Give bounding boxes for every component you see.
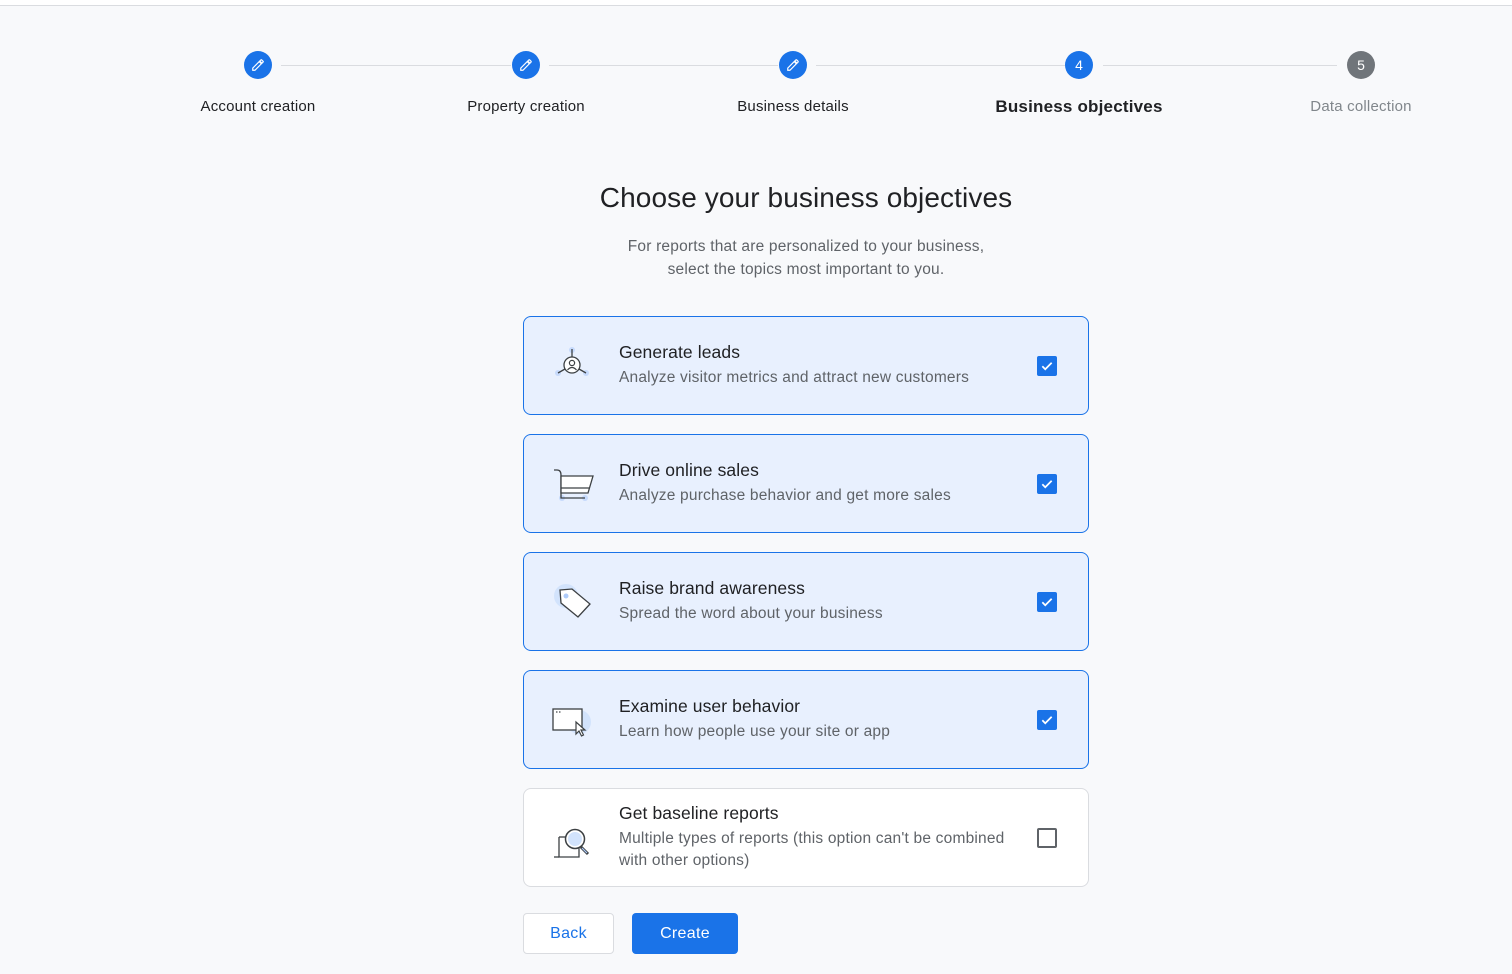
objective-title: Get baseline reports (619, 803, 779, 823)
objective-card-get-baseline-reports[interactable]: Get baseline reports Multiple types of r… (523, 788, 1089, 887)
page-subtitle: For reports that are personalized to you… (0, 235, 1512, 281)
objective-title: Drive online sales (619, 460, 759, 480)
report-magnifier-icon (554, 828, 590, 858)
checkmark-icon (1041, 479, 1053, 488)
objective-description: Learn how people use your site or app (619, 723, 891, 740)
objective-card-raise-brand-awareness[interactable]: Raise brand awareness Spread the word ab… (523, 552, 1089, 651)
objective-title: Generate leads (619, 342, 741, 362)
step-label: Account creation (200, 98, 316, 115)
price-tag-icon (554, 583, 591, 618)
subtitle-line: select the topics most important to you. (667, 261, 945, 278)
objective-checkbox[interactable] (1037, 355, 1057, 376)
objective-description: Spread the word about your business (619, 605, 883, 622)
objective-checkbox[interactable] (1037, 709, 1057, 730)
objectives-list: Generate leads Analyze visitor metrics a… (523, 316, 1089, 906)
objective-card-examine-user-behavior[interactable]: Examine user behavior Learn how people u… (523, 670, 1089, 769)
step-data-collection: 5 Data collection (1261, 51, 1461, 115)
objective-card-drive-online-sales[interactable]: Drive online sales Analyze purchase beha… (523, 434, 1089, 533)
browser-cursor-icon (552, 707, 591, 737)
step-number-badge: 5 (1347, 51, 1375, 79)
objective-description: Analyze visitor metrics and attract new … (619, 369, 970, 386)
step-label: Data collection (1310, 98, 1412, 115)
pencil-icon (779, 51, 807, 79)
objective-checkbox[interactable] (1037, 473, 1057, 494)
checkmark-icon (1041, 361, 1053, 370)
objective-title: Examine user behavior (619, 696, 801, 716)
objective-checkbox[interactable] (1037, 827, 1057, 848)
objective-title: Raise brand awareness (619, 578, 805, 598)
checkmark-icon (1041, 597, 1053, 606)
page-title: Choose your business objectives (599, 182, 1013, 213)
objective-description: Analyze purchase behavior and get more s… (619, 487, 951, 504)
subtitle-line: For reports that are personalized to you… (627, 238, 985, 255)
step-business-details[interactable]: Business details (693, 51, 893, 115)
step-label: Business objectives (995, 97, 1163, 116)
pencil-icon (244, 51, 272, 79)
step-account-creation[interactable]: Account creation (158, 51, 358, 115)
create-button[interactable]: Create (632, 913, 738, 954)
checkmark-icon (1041, 715, 1053, 724)
step-label: Business details (737, 98, 849, 115)
back-button[interactable]: Back (523, 913, 614, 954)
objective-description: Multiple types of reports (this option c… (619, 830, 1005, 869)
shopping-cart-icon (554, 468, 594, 501)
objective-checkbox[interactable] (1037, 591, 1057, 612)
progress-stepper: Account creation Property creation Busin… (0, 51, 1512, 131)
step-label: Property creation (467, 98, 585, 115)
step-property-creation[interactable]: Property creation (426, 51, 626, 115)
step-number-badge: 4 (1065, 51, 1093, 79)
step-business-objectives: 4 Business objectives (979, 51, 1179, 117)
pencil-icon (512, 51, 540, 79)
leads-target-icon (555, 346, 589, 376)
top-bar (0, 0, 1512, 6)
objective-card-generate-leads[interactable]: Generate leads Analyze visitor metrics a… (523, 316, 1089, 415)
